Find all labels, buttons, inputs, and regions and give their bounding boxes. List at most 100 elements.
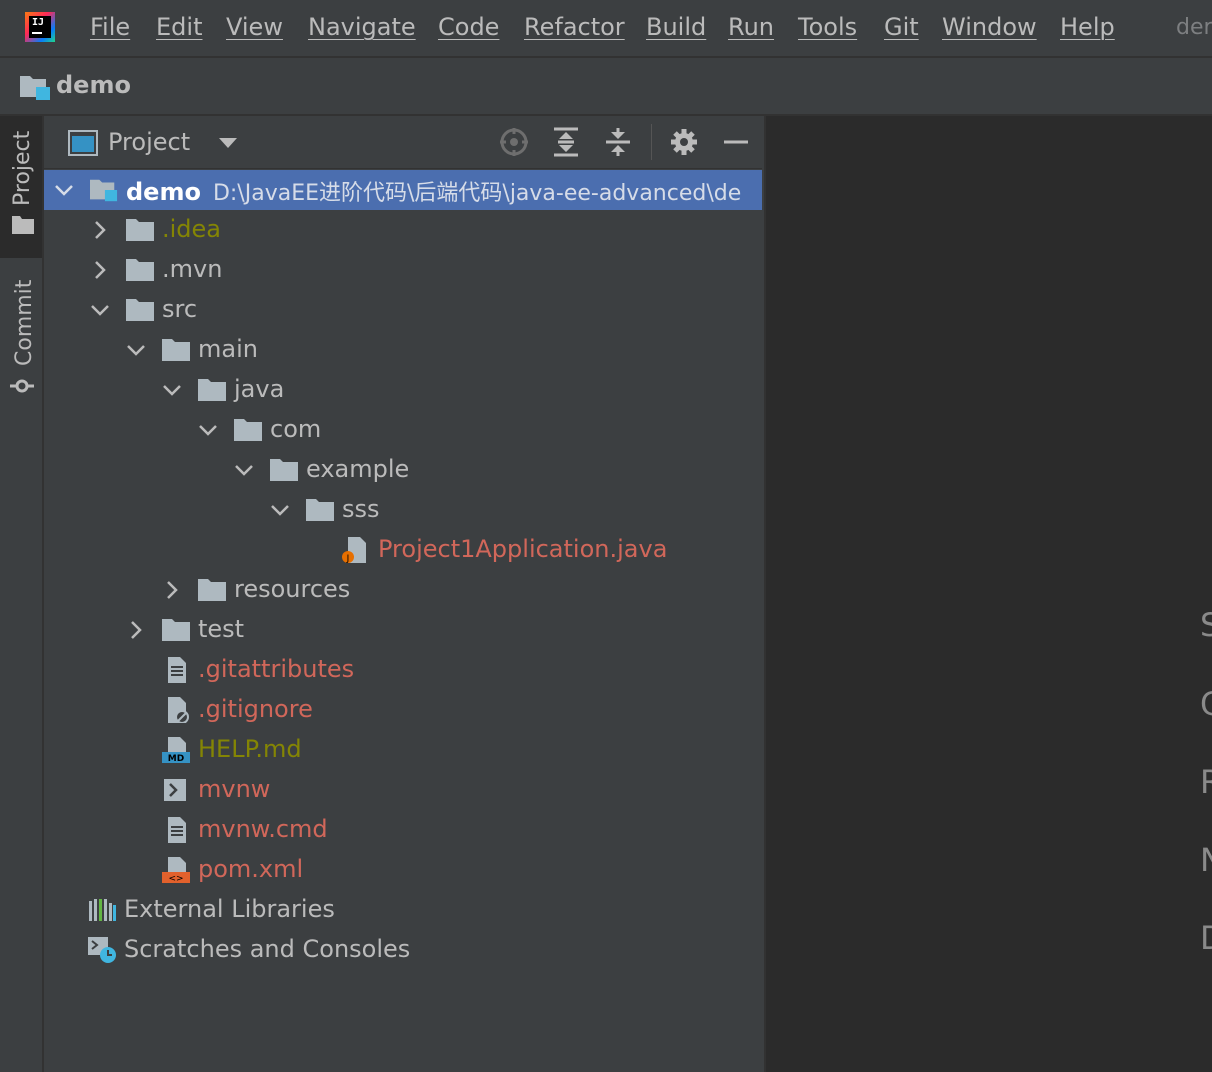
- menu-refactor[interactable]: Refactor: [524, 13, 625, 41]
- tree-item-label: java: [234, 375, 285, 403]
- gitignore-file-icon: [168, 697, 189, 723]
- tree-row[interactable]: test: [44, 610, 762, 650]
- commit-tab-label: Commit: [12, 279, 37, 366]
- project-view-icon: [68, 130, 98, 156]
- breadcrumb-project[interactable]: demo: [56, 71, 131, 99]
- project-panel-header: Project: [44, 116, 762, 169]
- tool-window-stripe: Project Commit: [0, 116, 44, 1072]
- folder-icon: [234, 419, 262, 441]
- chevron-down-icon[interactable]: [88, 298, 112, 322]
- project-tab-label: Project: [10, 130, 35, 206]
- tree-row[interactable]: com: [44, 410, 762, 450]
- chevron-down-icon[interactable]: [218, 136, 238, 150]
- menu-git[interactable]: Git: [884, 13, 919, 41]
- tree-row[interactable]: java: [44, 370, 762, 410]
- tree-row[interactable]: .idea: [44, 210, 762, 250]
- tree-item-label: Project1Application.java: [378, 535, 668, 563]
- tree-item-label: pom.xml: [198, 855, 304, 883]
- menu-bar: IJ File Edit View Navigate Code Refactor…: [0, 0, 1212, 58]
- menu-build[interactable]: Build: [646, 13, 706, 41]
- tree-row[interactable]: main: [44, 330, 762, 370]
- menu-file[interactable]: File: [90, 13, 130, 41]
- tree-row[interactable]: mvnw.cmd: [44, 810, 762, 850]
- menu-edit[interactable]: Edit: [156, 13, 202, 41]
- chevron-down-icon[interactable]: [232, 458, 256, 482]
- tree-row[interactable]: MD HELP.md: [44, 730, 762, 770]
- project-folder-icon: [20, 76, 50, 100]
- hide-panel-icon[interactable]: [720, 126, 752, 158]
- tree-item-label: resources: [234, 575, 351, 603]
- folder-icon: [306, 499, 334, 521]
- project-tool-tab[interactable]: Project: [0, 116, 42, 258]
- tree-item-label: .gitignore: [198, 695, 313, 723]
- gear-icon[interactable]: [668, 126, 700, 158]
- tree-item-label: test: [198, 615, 245, 643]
- commit-icon: [10, 379, 34, 393]
- toolbar-divider: [651, 124, 652, 160]
- tree-row[interactable]: mvnw: [44, 770, 762, 810]
- tree-row[interactable]: .gitignore: [44, 690, 762, 730]
- tree-item-label: Scratches and Consoles: [124, 935, 411, 963]
- text-file-icon: [168, 817, 186, 843]
- tree-row[interactable]: External Libraries: [44, 890, 762, 930]
- tree-row[interactable]: .mvn: [44, 250, 762, 290]
- tree-item-label: src: [162, 295, 198, 323]
- chevron-right-icon[interactable]: [88, 218, 112, 242]
- scratches-icon: [88, 937, 116, 963]
- chevron-down-icon[interactable]: [124, 338, 148, 362]
- tree-row[interactable]: resources: [44, 570, 762, 610]
- tree-row-root[interactable]: demo D:\JavaEE进阶代码\后端代码\java-ee-advanced\…: [44, 170, 762, 210]
- tree-item-label: com: [270, 415, 322, 443]
- chevron-right-icon[interactable]: [124, 618, 148, 642]
- menu-view[interactable]: View: [226, 13, 283, 41]
- chevron-down-icon[interactable]: [52, 178, 76, 202]
- tree-item-label: demo D:\JavaEE进阶代码\后端代码\java-ee-advanced\…: [126, 178, 742, 206]
- editor-hint-text: N: [1200, 841, 1212, 879]
- tree-row[interactable]: .gitattributes: [44, 650, 762, 690]
- svg-text:MD: MD: [168, 754, 184, 763]
- tree-row[interactable]: sss: [44, 490, 762, 530]
- menu-run[interactable]: Run: [728, 13, 774, 41]
- java-class-icon: J: [342, 537, 366, 563]
- menu-window[interactable]: Window: [942, 13, 1037, 41]
- editor-hint-text: S: [1200, 606, 1212, 644]
- tree-row[interactable]: J Project1Application.java: [44, 530, 762, 570]
- chevron-right-icon[interactable]: [160, 578, 184, 602]
- libraries-icon: [89, 899, 116, 921]
- select-opened-file-icon[interactable]: [498, 126, 530, 158]
- tree-row[interactable]: src: [44, 290, 762, 330]
- tree-row[interactable]: Scratches and Consoles: [44, 930, 762, 970]
- project-tool-window: Project demo D:\JavaEE进阶代码\后端代码\java-ee-…: [44, 116, 762, 1072]
- folder-icon: [126, 259, 154, 281]
- intellij-logo-icon: IJ: [25, 12, 55, 42]
- xml-file-icon: <>: [162, 857, 190, 883]
- folder-icon: [198, 579, 226, 601]
- menu-navigate[interactable]: Navigate: [308, 13, 416, 41]
- menu-code[interactable]: Code: [438, 13, 499, 41]
- tree-item-label: External Libraries: [124, 895, 335, 923]
- folder-icon: [198, 379, 226, 401]
- tree-item-label: sss: [342, 495, 380, 523]
- text-file-icon: [168, 657, 186, 683]
- tree-item-label: .idea: [162, 215, 222, 243]
- window-title: der: [1176, 15, 1212, 40]
- expand-all-icon[interactable]: [550, 126, 582, 158]
- folder-icon: [12, 216, 34, 234]
- tree-row[interactable]: example: [44, 450, 762, 490]
- collapse-all-icon[interactable]: [602, 126, 634, 158]
- menu-help[interactable]: Help: [1060, 13, 1115, 41]
- chevron-right-icon[interactable]: [88, 258, 112, 282]
- commit-tool-tab[interactable]: Commit: [0, 266, 42, 406]
- tree-item-label: HELP.md: [198, 735, 302, 763]
- chevron-down-icon[interactable]: [196, 418, 220, 442]
- folder-icon: [162, 339, 190, 361]
- menu-tools[interactable]: Tools: [798, 13, 857, 41]
- project-view-title[interactable]: Project: [108, 128, 190, 156]
- tree-row[interactable]: <> pom.xml: [44, 850, 762, 890]
- chevron-down-icon[interactable]: [268, 498, 292, 522]
- editor-area: S G R N D: [764, 116, 1212, 1072]
- chevron-down-icon[interactable]: [160, 378, 184, 402]
- tree-item-label: mvnw: [198, 775, 271, 803]
- module-folder-icon: [90, 179, 118, 202]
- editor-hint-text: D: [1200, 919, 1212, 957]
